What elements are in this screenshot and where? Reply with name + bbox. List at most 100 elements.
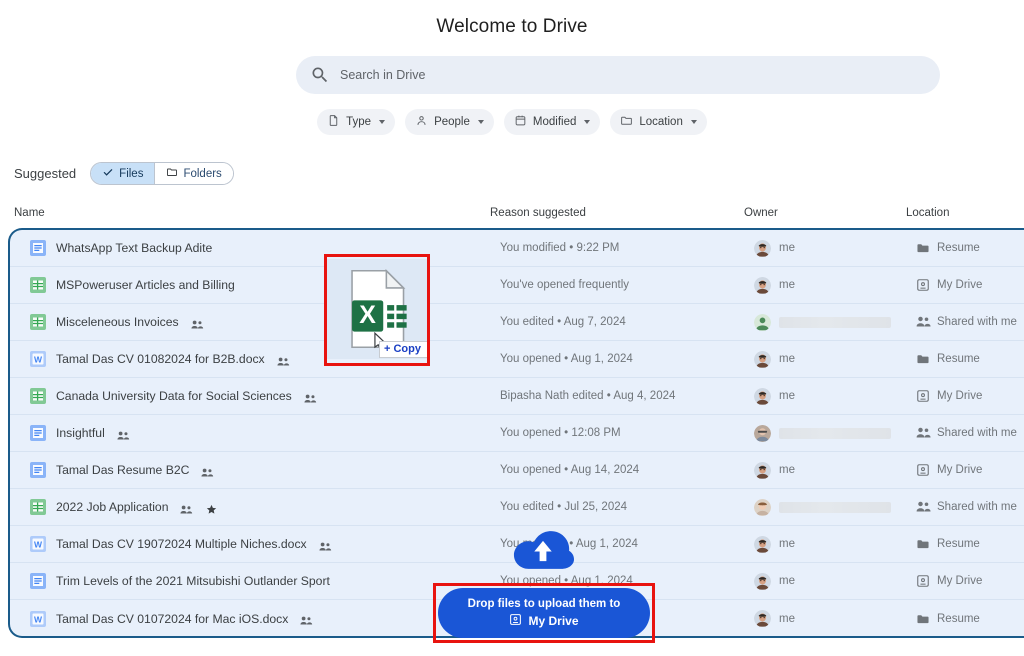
table-row[interactable]: WhatsApp Text Backup Adite You modified •… (10, 230, 1024, 267)
filter-chip-modified-label: Modified (532, 116, 577, 128)
column-header-location[interactable]: Location (906, 207, 949, 219)
filter-chip-people-label: People (434, 116, 470, 128)
owner-cell (754, 313, 891, 331)
table-row[interactable]: Canada University Data for Social Scienc… (10, 378, 1024, 415)
reason-suggested-cell: Bipasha Nath edited • Aug 4, 2024 (500, 390, 676, 402)
svg-text:W: W (34, 355, 43, 365)
file-name-cell[interactable]: W Tamal Das CV 01072024 for Mac iOS.docx (30, 610, 313, 627)
table-row[interactable]: Insightful You opened • 12:08 PM Shared wi… (10, 415, 1024, 452)
files-folders-toggle: Files Folders (90, 162, 234, 185)
shared-icon (304, 391, 317, 403)
table-row[interactable]: W Tamal Das CV 01072024 for Mac iOS.docx m… (10, 600, 1024, 636)
file-name-cell[interactable]: Misceleneous Invoices (30, 314, 204, 330)
shared-icon (277, 354, 290, 366)
reason-suggested-cell: You opened • 12:08 PM (500, 427, 621, 439)
drive-icon (916, 463, 930, 477)
folder-icon (620, 114, 633, 130)
toggle-files[interactable]: Files (91, 163, 155, 184)
owner-name-redacted (779, 427, 891, 439)
reason-suggested-cell: You opened • Aug 1, 2024 (500, 575, 633, 587)
location-cell[interactable]: My Drive (916, 278, 982, 292)
location-label: Shared with me (937, 501, 1017, 513)
drive-icon (916, 574, 930, 588)
location-label: My Drive (937, 464, 983, 476)
filter-chip-bar: Type People Modified Location (0, 109, 1024, 135)
reason-suggested-cell: You opened • Aug 1, 2024 (500, 353, 633, 365)
table-row[interactable]: W Tamal Das CV 01082024 for B2B.docx You o… (10, 341, 1024, 378)
location-cell[interactable]: Shared with me (916, 426, 1017, 440)
column-header-name[interactable]: Name (14, 207, 45, 219)
table-row[interactable]: Trim Levels of the 2021 Mitsubishi Outla… (10, 563, 1024, 600)
column-header-owner[interactable]: Owner (744, 207, 778, 219)
table-row[interactable]: Tamal Das Resume B2C You opened • Aug 14,… (10, 452, 1024, 489)
suggested-toolbar: Suggested Files Folders (14, 162, 234, 185)
file-name-cell[interactable]: W Tamal Das CV 19072024 Multiple Niches.d… (30, 536, 332, 552)
filter-chip-type[interactable]: Type (317, 109, 396, 135)
star-icon (206, 502, 217, 514)
location-cell[interactable]: My Drive (916, 463, 982, 477)
table-row[interactable]: MSPoweruser Articles and Billing You've o… (10, 267, 1024, 304)
reason-suggested-cell: You edited • Aug 7, 2024 (500, 316, 626, 328)
folder-icon (916, 241, 930, 255)
avatar (754, 535, 771, 553)
toggle-folders-label: Folders (183, 167, 222, 180)
avatar (754, 387, 771, 405)
filter-chip-modified[interactable]: Modified (503, 109, 601, 135)
location-label: Resume (937, 242, 980, 254)
reason-suggested-cell: You modified • 9:22 PM (500, 242, 620, 254)
file-name-cell[interactable]: Tamal Das Resume B2C (30, 462, 214, 478)
location-cell[interactable]: My Drive (916, 574, 982, 588)
file-name-cell[interactable]: MSPoweruser Articles and Billing (30, 277, 235, 293)
folder-icon (916, 612, 930, 626)
location-label: Resume (937, 538, 980, 550)
toggle-folders[interactable]: Folders (154, 163, 233, 184)
file-name-label: Canada University Data for Social Scienc… (56, 389, 292, 403)
shared-icon (180, 502, 193, 514)
location-cell[interactable]: Resume (916, 352, 980, 366)
file-name-cell[interactable]: Canada University Data for Social Scienc… (30, 388, 317, 404)
file-name-cell[interactable]: 2022 Job Application (30, 499, 217, 515)
column-header-reason[interactable]: Reason suggested (490, 207, 586, 219)
table-row[interactable]: Misceleneous Invoices You edited • Aug 7,… (10, 304, 1024, 341)
shared-icon (319, 539, 332, 551)
file-name-label: Tamal Das CV 01072024 for Mac iOS.docx (56, 611, 289, 626)
owner-cell: me (754, 461, 795, 479)
search-input[interactable]: Search in Drive (296, 56, 940, 94)
reason-suggested-cell: You've opened frequently (500, 279, 630, 291)
location-label: Resume (937, 612, 980, 625)
filter-chip-type-label: Type (346, 116, 372, 128)
owner-name-label: me (779, 353, 795, 365)
location-label: My Drive (937, 279, 983, 291)
location-cell[interactable]: Shared with me (916, 315, 1017, 329)
word-file-icon: W (30, 351, 46, 367)
search-icon (310, 65, 330, 85)
filter-chip-location[interactable]: Location (610, 109, 707, 135)
owner-name-label: me (779, 612, 795, 625)
location-cell[interactable]: Resume (916, 241, 980, 255)
file-name-cell[interactable]: W Tamal Das CV 01082024 for B2B.docx (30, 351, 290, 367)
reason-suggested-cell: You edited • Jul 25, 2024 (500, 501, 628, 513)
shared-icon (300, 613, 313, 625)
file-name-label: Misceleneous Invoices (56, 315, 179, 329)
shared-icon (191, 317, 204, 329)
svg-text:W: W (34, 540, 43, 550)
file-name-label: MSPoweruser Articles and Billing (56, 278, 235, 292)
file-name-cell[interactable]: Insightful (30, 425, 130, 441)
file-name-label: Tamal Das CV 01082024 for B2B.docx (56, 352, 265, 366)
file-name-cell[interactable]: WhatsApp Text Backup Adite (30, 240, 212, 256)
owner-cell: me (754, 572, 795, 590)
owner-cell: me (754, 350, 795, 368)
location-cell[interactable]: Resume (916, 537, 980, 551)
owner-cell: me (754, 276, 795, 294)
filter-chip-people[interactable]: People (405, 109, 494, 135)
owner-name-label: me (779, 575, 795, 587)
file-name-cell[interactable]: Trim Levels of the 2021 Mitsubishi Outla… (30, 573, 330, 589)
file-list-drop-target[interactable]: WhatsApp Text Backup Adite You modified •… (8, 228, 1024, 638)
table-row[interactable]: 2022 Job Application You edited • Jul 25,… (10, 489, 1024, 526)
location-cell[interactable]: Resume (916, 612, 980, 626)
table-row[interactable]: W Tamal Das CV 19072024 Multiple Niches.d… (10, 526, 1024, 563)
docs-file-icon (30, 462, 46, 478)
location-cell[interactable]: My Drive (916, 389, 982, 403)
owner-cell: me (754, 610, 795, 627)
location-cell[interactable]: Shared with me (916, 500, 1017, 514)
